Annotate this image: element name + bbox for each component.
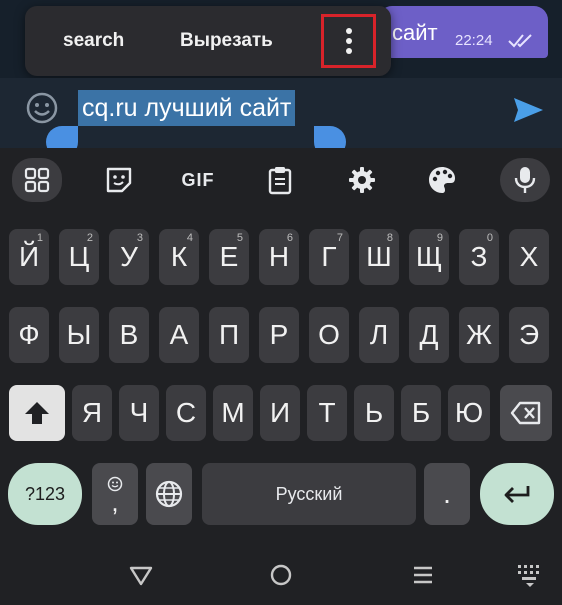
key[interactable]: Р	[259, 307, 299, 363]
key-hint: 8	[386, 232, 393, 244]
search-menu-item[interactable]: search	[63, 30, 124, 52]
enter-icon	[504, 486, 530, 503]
key[interactable]: К4	[159, 229, 199, 285]
home-nav-icon[interactable]	[268, 562, 294, 588]
sticker-icon	[106, 167, 132, 193]
keyboard-switch-icon[interactable]	[516, 562, 544, 588]
voice-input-button[interactable]	[500, 158, 550, 202]
key-label: Щ	[415, 241, 443, 272]
key-hint: 1	[36, 232, 43, 244]
key[interactable]: У3	[109, 229, 149, 285]
key[interactable]: О	[309, 307, 349, 363]
key[interactable]: Т	[307, 385, 347, 441]
send-icon[interactable]	[510, 92, 546, 128]
gif-button[interactable]: GIF	[174, 160, 222, 200]
message-time: 22:24	[455, 32, 493, 49]
keyboard: GIF Й 1 Ц 2 У 3 К 4 Е 5 Н 6 Г 7 Ш 8 Щ 9 …	[0, 148, 562, 605]
key[interactable]: Ш8	[359, 229, 399, 285]
language-key[interactable]	[146, 463, 192, 525]
shift-key[interactable]	[9, 385, 65, 441]
apps-grid-button[interactable]	[12, 158, 62, 202]
key[interactable]: Я	[72, 385, 112, 441]
palette-icon	[429, 167, 455, 193]
space-key[interactable]: Русский	[202, 463, 416, 525]
key[interactable]: М	[213, 385, 253, 441]
key[interactable]: Н6	[259, 229, 299, 285]
key-label: Й	[18, 241, 40, 272]
key[interactable]: П	[209, 307, 249, 363]
key[interactable]: А	[159, 307, 199, 363]
key-hint: 9	[436, 232, 443, 244]
key-label: Ш	[366, 241, 392, 272]
key[interactable]: Э	[509, 307, 549, 363]
key[interactable]: Б	[401, 385, 441, 441]
read-checks-icon	[508, 34, 532, 48]
key-label: Г	[321, 241, 337, 272]
key-hint: 0	[486, 232, 493, 244]
key-hint: 4	[186, 232, 193, 244]
key[interactable]: Д	[409, 307, 449, 363]
globe-icon	[155, 480, 183, 508]
key-hint: 5	[236, 232, 243, 244]
key[interactable]: Ц2	[59, 229, 99, 285]
cut-menu-item[interactable]: Вырезать	[180, 30, 273, 52]
more-options-button[interactable]	[321, 14, 376, 68]
key-label: У	[120, 241, 138, 272]
key-label: К	[170, 241, 188, 272]
clipboard-icon	[268, 167, 292, 195]
clipboard-button[interactable]	[256, 160, 304, 200]
keyboard-toolbar: GIF	[0, 156, 562, 204]
comma-label: ,	[111, 487, 119, 517]
back-nav-icon[interactable]	[128, 562, 154, 588]
message-input[interactable]: cq.ru лучший сайт	[78, 90, 296, 126]
key[interactable]: Ь	[354, 385, 394, 441]
gif-label: GIF	[181, 169, 215, 190]
message-input-row: cq.ru лучший сайт	[0, 78, 562, 148]
key-hint: 7	[336, 232, 343, 244]
emoji-icon[interactable]	[26, 92, 58, 124]
key[interactable]: Щ9	[409, 229, 449, 285]
enter-key[interactable]	[480, 463, 554, 525]
key-label: Х	[519, 241, 539, 272]
period-key[interactable]: .	[424, 463, 470, 525]
message-text: сайт	[392, 20, 438, 45]
key-label: Е	[219, 241, 239, 272]
microphone-icon	[514, 167, 536, 193]
key[interactable]: З0	[459, 229, 499, 285]
settings-button[interactable]	[338, 160, 386, 200]
emoji-comma-key[interactable]: ,	[92, 463, 138, 525]
recents-nav-icon[interactable]	[410, 562, 436, 588]
backspace-icon	[510, 401, 541, 425]
key[interactable]: Ю	[448, 385, 490, 441]
gear-icon	[349, 167, 375, 193]
key[interactable]: Ч	[119, 385, 159, 441]
key[interactable]: Ж	[459, 307, 499, 363]
key-hint: 6	[286, 232, 293, 244]
key[interactable]: Х	[509, 229, 549, 285]
key[interactable]: Г7	[309, 229, 349, 285]
key[interactable]: Ы	[59, 307, 99, 363]
key[interactable]: В	[109, 307, 149, 363]
key[interactable]: Й1	[9, 229, 49, 285]
navigation-bar	[0, 548, 562, 605]
theme-button[interactable]	[418, 160, 466, 200]
more-vert-icon	[345, 28, 352, 54]
key[interactable]: Ф	[9, 307, 49, 363]
key[interactable]: С	[166, 385, 206, 441]
key-label: Н	[268, 241, 290, 272]
key[interactable]: Е5	[209, 229, 249, 285]
sticker-button[interactable]	[95, 160, 143, 200]
grid-icon	[24, 167, 50, 193]
key-label: З	[470, 241, 488, 272]
key-hint: 2	[86, 232, 93, 244]
key[interactable]: Л	[359, 307, 399, 363]
shift-icon	[25, 402, 49, 424]
key-hint: 3	[136, 232, 143, 244]
symbols-key[interactable]: ?123	[8, 463, 82, 525]
key-label: Ц	[68, 241, 90, 272]
key[interactable]: И	[260, 385, 300, 441]
backspace-key[interactable]	[500, 385, 552, 441]
text-selection-menu: search Вырезать	[25, 6, 391, 76]
